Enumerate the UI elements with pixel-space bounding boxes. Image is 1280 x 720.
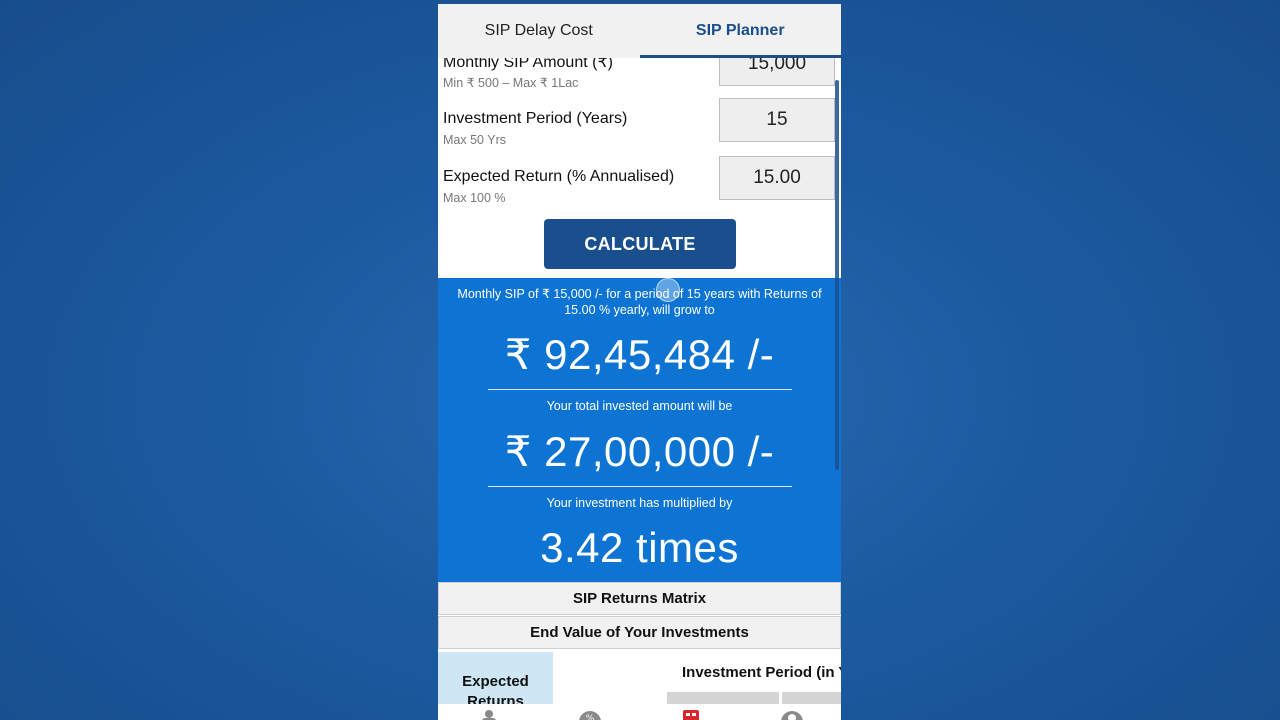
bottom-navigation: % [438, 704, 841, 720]
tab-sip-delay-cost[interactable]: SIP Delay Cost [438, 4, 640, 58]
multiplier-value: 3.42 times [540, 524, 739, 571]
tab-sip-planner[interactable]: SIP Planner [639, 4, 842, 58]
calculate-button[interactable]: CALCULATE [544, 219, 736, 269]
calculator-icon[interactable] [680, 710, 702, 720]
touch-indicator [656, 278, 680, 302]
sip-returns-matrix-title: SIP Returns Matrix [438, 582, 841, 615]
investment-period-input[interactable]: 15 [719, 98, 835, 142]
multiplied-caption: Your investment has multiplied by [546, 496, 733, 510]
invested-caption: Your total invested amount will be [546, 399, 733, 413]
future-value: ₹ 92,45,484 /- [504, 331, 775, 378]
matrix-cell [667, 692, 779, 704]
expected-return-label: Expected Return (% Annualised) [443, 168, 675, 185]
scrollbar[interactable] [835, 80, 839, 470]
matrix-cell [782, 692, 841, 704]
percent-icon[interactable]: % [579, 710, 601, 720]
expected-return-input[interactable]: 15.00 [719, 156, 835, 200]
expected-return-hint: Max 100 % [443, 191, 506, 205]
divider [488, 486, 792, 487]
monthly-sip-input[interactable]: 15,000 [719, 58, 835, 86]
result-summary: Monthly SIP of ₹ 15,000 /- for a period … [457, 287, 822, 317]
svg-text:%: % [586, 714, 595, 720]
person-icon[interactable] [478, 710, 500, 720]
investment-period-hint: Max 50 Yrs [443, 133, 506, 147]
invested-value: ₹ 27,00,000 /- [504, 428, 775, 475]
divider [488, 389, 792, 390]
sip-calculator-screen: SIP Delay Cost SIP Planner Monthly SIP A… [438, 4, 841, 720]
end-value-subtitle: End Value of Your Investments [438, 616, 841, 649]
monthly-sip-label: Monthly SIP Amount (₹) [443, 58, 613, 71]
investment-period-label: Investment Period (Years) [443, 110, 628, 127]
profile-icon[interactable] [781, 710, 803, 720]
monthly-sip-row: Monthly SIP Amount (₹) Min ₹ 500 – Max ₹… [443, 58, 837, 98]
investment-period-header: Investment Period (in Y [682, 664, 841, 681]
monthly-sip-hint: Min ₹ 500 – Max ₹ 1Lac [443, 76, 579, 90]
sip-form: Monthly SIP Amount (₹) Min ₹ 500 – Max ₹… [438, 58, 841, 278]
result-panel: Monthly SIP of ₹ 15,000 /- for a period … [438, 278, 841, 582]
tab-bar: SIP Delay Cost SIP Planner [438, 4, 841, 58]
investment-period-row: Investment Period (Years) Max 50 Yrs 15 [443, 98, 837, 156]
expected-return-row: Expected Return (% Annualised) Max 100 %… [443, 156, 837, 214]
